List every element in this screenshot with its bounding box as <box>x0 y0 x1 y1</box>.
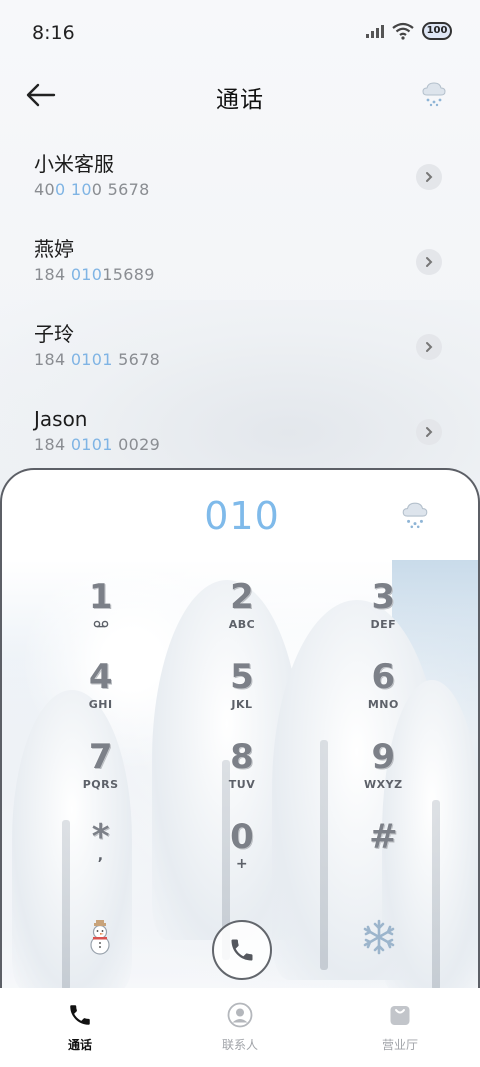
key-digit: 0 <box>230 817 254 857</box>
contact-name: 子玲 <box>34 322 74 346</box>
call-log-item[interactable]: 小米客服 400 100 5678 <box>0 140 480 225</box>
bottom-navigation: 通话 联系人 营业厅 <box>0 988 480 1067</box>
nav-label: 通话 <box>67 1038 92 1052</box>
key-9[interactable]: 9 WXYZ <box>313 738 454 818</box>
signal-icon <box>366 24 384 38</box>
key-letters: DEF <box>370 618 397 631</box>
contact-number: 184 01015689 <box>34 265 155 284</box>
key-digit: 4 <box>88 657 113 697</box>
key-digit: 2 <box>230 577 254 617</box>
chevron-right-icon <box>426 257 433 267</box>
nav-label: 联系人 <box>221 1038 258 1052</box>
key-hash[interactable]: # <box>313 818 454 898</box>
key-letters: JKL <box>231 698 253 711</box>
detail-button[interactable] <box>416 419 442 445</box>
chevron-right-icon <box>426 427 433 437</box>
key-letters: GHI <box>88 698 113 711</box>
key-letters: MNO <box>367 698 399 711</box>
key-letters: WXYZ <box>364 778 403 791</box>
detail-button[interactable] <box>416 249 442 275</box>
contact-name: Jason <box>34 407 88 431</box>
nav-item-calls[interactable]: 通话 <box>0 988 160 1067</box>
chevron-right-icon <box>426 172 433 182</box>
nav-item-store[interactable]: 营业厅 <box>320 988 480 1067</box>
key-6[interactable]: 6 MNO <box>313 658 454 738</box>
key-2[interactable]: 2 ABC <box>171 578 312 658</box>
status-bar: 8:16 100 <box>0 0 480 68</box>
key-8[interactable]: 8 TUV <box>171 738 312 818</box>
key-star[interactable]: * , <box>30 818 171 898</box>
contact-name: 燕婷 <box>34 237 74 261</box>
contact-icon <box>227 1002 253 1028</box>
status-icons: 100 <box>366 22 452 40</box>
key-5[interactable]: 5 JKL <box>171 658 312 738</box>
key-digit: 8 <box>230 737 254 777</box>
key-digit: 5 <box>230 657 254 697</box>
snowman-icon[interactable] <box>82 920 118 956</box>
wifi-icon <box>392 22 414 40</box>
key-7[interactable]: 7 PQRS <box>30 738 171 818</box>
nav-item-contacts[interactable]: 联系人 <box>160 988 320 1067</box>
key-digit: 6 <box>371 657 396 697</box>
battery-indicator: 100 <box>422 22 452 40</box>
dial-keypad: 1 2 ABC 3 DEF 4 GHI 5 JKL 6 MNO 7 PQRS 8… <box>30 578 454 898</box>
snow-cloud-icon[interactable] <box>420 80 448 108</box>
key-letters: , <box>97 848 104 864</box>
chevron-right-icon <box>426 342 433 352</box>
detail-button[interactable] <box>416 334 442 360</box>
detail-button[interactable] <box>416 164 442 190</box>
phone-icon <box>70 1005 90 1025</box>
key-digit: 9 <box>371 737 396 777</box>
call-log-list: 小米客服 400 100 5678 燕婷 184 01015689 子玲 184… <box>0 140 480 480</box>
key-digit: 7 <box>88 737 113 777</box>
key-letters: ABC <box>228 618 256 631</box>
contact-number: 400 100 5678 <box>34 180 150 199</box>
key-digit: 3 <box>371 577 396 617</box>
snowflake-icon[interactable] <box>360 918 398 956</box>
contact-number: 184 0101 0029 <box>34 435 161 454</box>
key-letters: + <box>235 856 249 872</box>
call-button[interactable] <box>212 920 272 980</box>
key-digit: 1 <box>88 577 113 617</box>
key-digit: # <box>369 817 398 857</box>
dial-panel: 010 1 2 ABC 3 DEF 4 GHI 5 JKL 6 MNO 7 PQ… <box>0 468 480 988</box>
key-3[interactable]: 3 DEF <box>313 578 454 658</box>
snow-cloud-icon[interactable] <box>400 500 430 530</box>
voicemail-icon <box>93 620 108 628</box>
shop-bag-icon <box>390 1006 410 1025</box>
nav-label: 营业厅 <box>381 1038 418 1052</box>
key-1[interactable]: 1 <box>30 578 171 658</box>
key-0[interactable]: 0 + <box>171 818 312 898</box>
header: 通话 <box>0 68 480 124</box>
status-time: 8:16 <box>32 22 75 44</box>
page-title: 通话 <box>216 87 264 113</box>
key-4[interactable]: 4 GHI <box>30 658 171 738</box>
key-letters: TUV <box>228 778 256 791</box>
call-log-item[interactable]: 燕婷 184 01015689 <box>0 225 480 310</box>
phone-icon <box>231 939 253 961</box>
contact-name: 小米客服 <box>34 152 114 176</box>
contact-number: 184 0101 5678 <box>34 350 161 369</box>
key-letters: PQRS <box>82 778 119 791</box>
call-log-item[interactable]: 子玲 184 0101 5678 <box>0 310 480 395</box>
